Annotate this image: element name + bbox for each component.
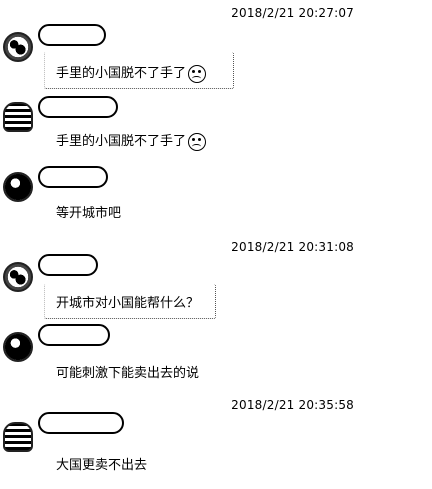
message-text: 大国更卖不出去 bbox=[56, 458, 148, 473]
avatar[interactable] bbox=[3, 32, 33, 62]
sender-name-redacted bbox=[38, 412, 124, 434]
message-text: 手里的小国脱不了手了 bbox=[56, 62, 207, 83]
avatar[interactable] bbox=[3, 172, 33, 202]
message-text: 开城市对小国能帮什么？ bbox=[56, 296, 200, 311]
sad-face-icon bbox=[188, 132, 207, 151]
message-text: 等开城市吧 bbox=[56, 206, 122, 221]
sender-name-redacted bbox=[38, 324, 110, 346]
message-text-content: 手里的小国脱不了手了 bbox=[56, 66, 187, 81]
sender-name-redacted bbox=[38, 254, 98, 276]
avatar[interactable] bbox=[3, 422, 33, 452]
avatar[interactable] bbox=[3, 332, 33, 362]
message-text: 可能刺激下能卖出去的说 bbox=[56, 366, 200, 381]
sender-name-redacted bbox=[38, 166, 108, 188]
message-text-content: 手里的小国脱不了手了 bbox=[56, 134, 187, 149]
timestamp: 2018/2/21 20:31:08 bbox=[231, 240, 354, 254]
avatar[interactable] bbox=[3, 102, 33, 132]
sender-name-redacted bbox=[38, 96, 118, 118]
timestamp: 2018/2/21 20:27:07 bbox=[231, 6, 354, 20]
timestamp: 2018/2/21 20:35:58 bbox=[231, 398, 354, 412]
message-text: 手里的小国脱不了手了 bbox=[56, 130, 207, 151]
sad-face-icon bbox=[188, 64, 207, 83]
sender-name-redacted bbox=[38, 24, 106, 46]
avatar[interactable] bbox=[3, 262, 33, 292]
